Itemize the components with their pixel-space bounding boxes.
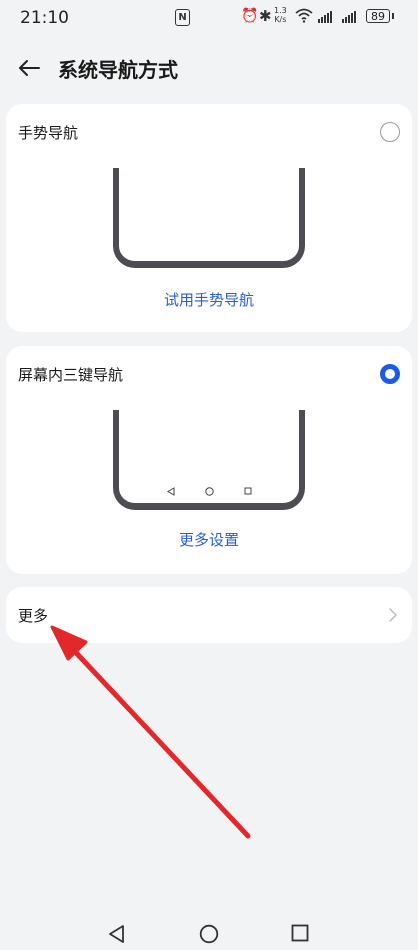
signal-icon <box>318 10 332 23</box>
gesture-navigation-label: 手势导航 <box>18 124 79 142</box>
net-speed-value: 1.3 <box>274 6 287 15</box>
nav-recents-icon[interactable] <box>291 924 309 942</box>
status-bar: 21:10 N ⏰ ✱ 1.3 K/s 89 <box>0 0 418 36</box>
battery-icon: 89 <box>366 9 390 23</box>
chevron-right-icon <box>389 608 397 622</box>
gesture-navigation-radio[interactable] <box>380 122 400 142</box>
app-header: 系统导航方式 <box>0 45 418 91</box>
wifi-icon <box>295 8 313 23</box>
back-arrow-icon[interactable] <box>16 55 42 81</box>
more-row[interactable]: 更多 <box>6 587 412 643</box>
square-recents-icon <box>244 487 251 495</box>
three-key-phone-preview <box>113 410 305 510</box>
gesture-phone-preview <box>113 168 305 268</box>
triangle-back-icon <box>166 486 174 496</box>
three-key-navigation-card[interactable]: 屏幕内三键导航 更多设置 <box>6 346 412 574</box>
page-title: 系统导航方式 <box>58 58 178 82</box>
three-key-navigation-label: 屏幕内三键导航 <box>18 366 124 384</box>
battery-tip <box>392 13 394 19</box>
alarm-icon: ⏰ <box>241 8 259 24</box>
more-label: 更多 <box>18 607 49 625</box>
net-speed: 1.3 K/s <box>274 6 287 24</box>
more-settings-link[interactable]: 更多设置 <box>6 529 412 550</box>
nfc-icon: N <box>175 9 190 26</box>
nav-home-icon[interactable] <box>199 924 219 944</box>
circle-home-icon <box>204 486 214 496</box>
gesture-navigation-card[interactable]: 手势导航 试用手势导航 <box>6 104 412 332</box>
three-key-navigation-radio[interactable] <box>380 364 400 384</box>
status-time: 21:10 <box>20 8 69 28</box>
nav-back-icon[interactable] <box>108 924 126 944</box>
try-gesture-link[interactable]: 试用手势导航 <box>6 289 412 310</box>
system-navigation-bar <box>0 910 418 950</box>
preview-nav-keys <box>119 485 299 497</box>
net-speed-unit: K/s <box>274 15 287 24</box>
bluetooth-icon: ✱ <box>259 7 272 25</box>
signal-icon <box>342 10 356 23</box>
